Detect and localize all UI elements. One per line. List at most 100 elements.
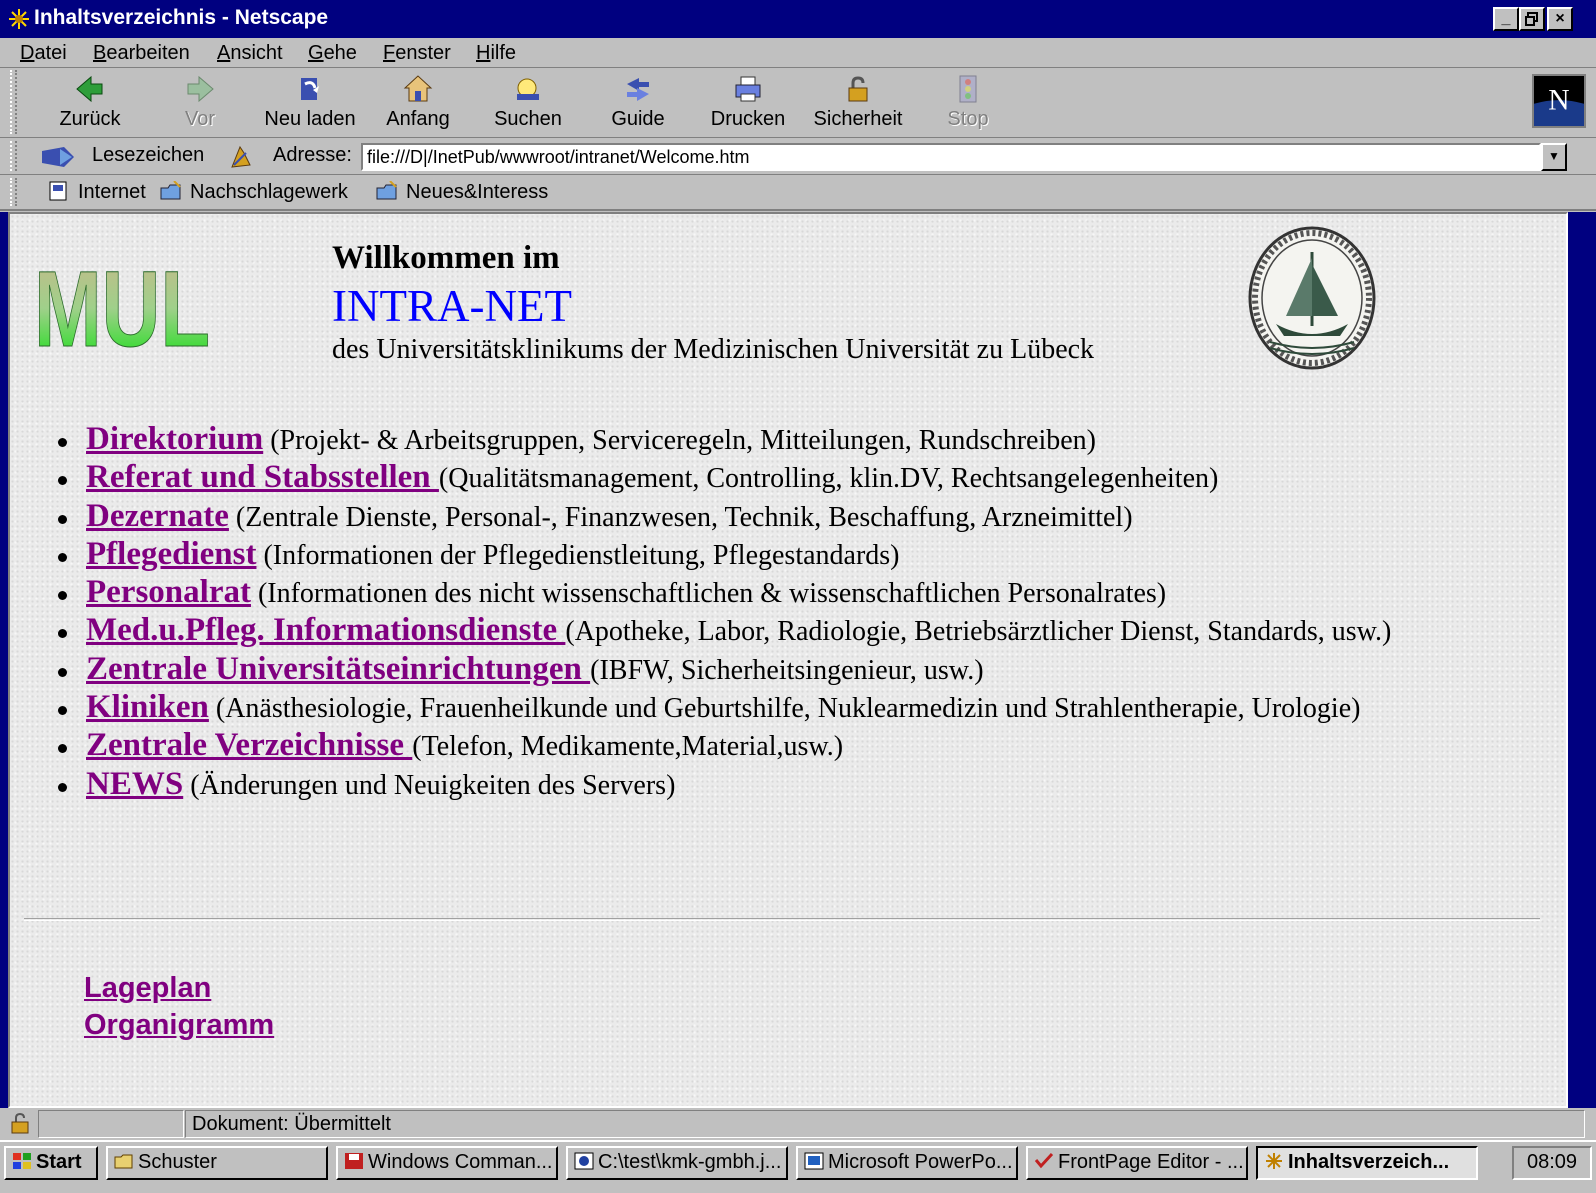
bookmark-nachschlagewerk[interactable]: Nachschlagewerk xyxy=(160,181,348,204)
restore-icon xyxy=(1525,12,1538,26)
menu-label: nsicht xyxy=(230,42,283,64)
personal-toolbar: Internet Nachschlagewerk Neues&Interess xyxy=(0,176,1596,211)
link-informationsdienste[interactable]: Med.u.Pfleg. Informationsdienste xyxy=(86,612,565,648)
link-description: (Informationen der Pflegedienstleitung, … xyxy=(256,539,900,571)
reload-button[interactable]: Neu laden xyxy=(256,72,364,134)
search-button[interactable]: Suchen xyxy=(474,72,582,134)
security-button[interactable]: Sicherheit xyxy=(804,72,912,134)
menu-accel: H xyxy=(476,42,491,64)
print-label: Drucken xyxy=(710,108,786,130)
link-description: (Projekt- & Arbeitsgruppen, Serviceregel… xyxy=(263,425,1096,456)
back-arrow-icon xyxy=(76,75,103,103)
guide-label: Guide xyxy=(611,108,665,130)
image-viewer-icon xyxy=(574,1152,594,1170)
menu-label: earbeiten xyxy=(106,42,190,64)
link-news[interactable]: NEWS xyxy=(86,766,183,802)
location-toolbar: Lesezeichen Adresse: ▼ xyxy=(0,139,1596,175)
bookmarks-button[interactable]: Lesezeichen xyxy=(92,144,204,167)
reload-label: Neu laden xyxy=(264,108,356,130)
back-button[interactable]: Zurück xyxy=(36,72,144,134)
folder-icon xyxy=(160,181,181,200)
link-description: (Qualitätsmanagement, Controlling, klin.… xyxy=(438,463,1219,495)
bookmark-neues-interess[interactable]: Neues&Interess xyxy=(376,181,548,204)
windows-logo-icon xyxy=(13,1153,31,1169)
task-netscape-active[interactable]: Inhaltsverzeich... xyxy=(1256,1146,1478,1180)
menu-ansicht[interactable]: Ansicht xyxy=(217,42,283,65)
bookmark-internet[interactable]: Internet xyxy=(48,181,146,204)
home-icon xyxy=(403,75,433,102)
close-button[interactable]: × xyxy=(1547,7,1573,31)
security-lock-icon[interactable] xyxy=(8,1112,32,1134)
address-dropdown-button[interactable]: ▼ xyxy=(1541,143,1567,171)
address-field[interactable] xyxy=(361,143,1541,171)
link-kliniken[interactable]: Kliniken xyxy=(86,689,209,725)
menu-fenster[interactable]: Fenster xyxy=(383,42,451,65)
print-button[interactable]: Drucken xyxy=(694,72,802,134)
link-description: (IBFW, Sicherheitsingenieur, usw.) xyxy=(590,654,984,686)
menu-hilfe[interactable]: Hilfe xyxy=(476,42,516,65)
task-image-viewer[interactable]: C:\test\kmk-gmbh.j... xyxy=(566,1146,788,1180)
left-edge xyxy=(0,212,8,1108)
home-button[interactable]: Anfang xyxy=(364,72,472,134)
link-pflegedienst[interactable]: Pflegedienst xyxy=(86,536,256,572)
minimize-button[interactable]: _ xyxy=(1493,7,1519,31)
menu-accel: B xyxy=(93,42,107,64)
menu-bearbeiten[interactable]: Bearbeiten xyxy=(93,42,190,65)
mul-logo: MUL xyxy=(34,258,211,350)
svg-text:N: N xyxy=(1548,84,1569,116)
list-item: Zentrale Universitätseinrichtungen (IBFW… xyxy=(56,651,1391,689)
navigation-toolbar: Zurück Vor Neu laden Anfang Suchen Guide… xyxy=(0,68,1596,138)
title-bar[interactable]: Inhaltsverzeichnis - Netscape _ × xyxy=(0,0,1596,38)
netscape-app-icon xyxy=(1266,1153,1282,1169)
personal-grip[interactable] xyxy=(10,178,17,206)
bookmarks-icon[interactable] xyxy=(40,145,86,169)
menu-accel: F xyxy=(383,42,396,64)
start-label: Start xyxy=(36,1151,82,1173)
task-windows-commander[interactable]: Windows Comman... xyxy=(336,1146,558,1180)
link-personalrat[interactable]: Personalrat xyxy=(86,574,251,610)
link-direktorium[interactable]: Direktorium xyxy=(86,421,263,457)
link-zentrale-verzeichnisse[interactable]: Zentrale Verzeichnisse xyxy=(86,727,412,763)
task-label: FrontPage Editor - ... xyxy=(1058,1151,1244,1173)
start-button[interactable]: Start xyxy=(4,1146,98,1180)
windows-taskbar: Start Schuster Windows Comman... C:\test… xyxy=(0,1140,1596,1193)
floppy-disk-icon xyxy=(345,1153,363,1169)
link-dezernate[interactable]: Dezernate xyxy=(86,498,229,534)
task-frontpage-editor[interactable]: FrontPage Editor - ... xyxy=(1026,1146,1248,1180)
progress-field xyxy=(38,1110,184,1138)
security-label: Sicherheit xyxy=(813,108,903,130)
forward-button[interactable]: Vor xyxy=(146,72,254,134)
list-item: Kliniken (Anästhesiologie, Frauenheilkun… xyxy=(56,689,1391,727)
welcome-heading: Willkommen im xyxy=(332,240,560,276)
link-referat-stabsstellen[interactable]: Referat und Stabsstellen xyxy=(86,459,439,495)
link-organigramm[interactable]: Organigramm xyxy=(84,1009,274,1042)
forward-arrow-icon xyxy=(187,75,214,103)
location-grip[interactable] xyxy=(10,141,17,171)
link-lageplan[interactable]: Lageplan xyxy=(84,972,211,1005)
list-item: Personalrat (Informationen des nicht wis… xyxy=(56,574,1391,612)
list-item: Zentrale Verzeichnisse (Telefon, Medikam… xyxy=(56,727,1391,765)
task-label: Schuster xyxy=(138,1151,217,1173)
search-label: Suchen xyxy=(494,108,562,130)
netscape-app-icon[interactable] xyxy=(8,8,30,30)
task-powerpoint[interactable]: Microsoft PowerPo... xyxy=(796,1146,1018,1180)
system-clock: 08:09 xyxy=(1512,1146,1592,1180)
menu-label: enster xyxy=(395,42,451,64)
menu-accel: G xyxy=(308,42,324,64)
menu-datei[interactable]: Datei xyxy=(20,42,67,65)
link-universitaetseinrichtungen[interactable]: Zentrale Universitätseinrichtungen xyxy=(86,651,590,687)
location-icon[interactable] xyxy=(228,145,254,169)
frontpage-icon xyxy=(1034,1152,1054,1169)
list-item: Pflegedienst (Informationen der Pflegedi… xyxy=(56,536,1391,574)
lock-icon xyxy=(848,76,868,102)
netscape-throbber-icon[interactable]: N xyxy=(1532,74,1586,128)
task-schuster[interactable]: Schuster xyxy=(106,1146,328,1180)
forward-label: Vor xyxy=(184,108,216,130)
menu-gehe[interactable]: Gehe xyxy=(308,42,357,65)
back-label: Zurück xyxy=(59,108,121,130)
stop-label: Stop xyxy=(947,108,989,130)
toolbar-grip[interactable] xyxy=(10,70,17,134)
stop-button[interactable]: Stop xyxy=(914,72,1022,134)
maximize-button[interactable] xyxy=(1519,7,1545,31)
guide-button[interactable]: Guide xyxy=(584,72,692,134)
